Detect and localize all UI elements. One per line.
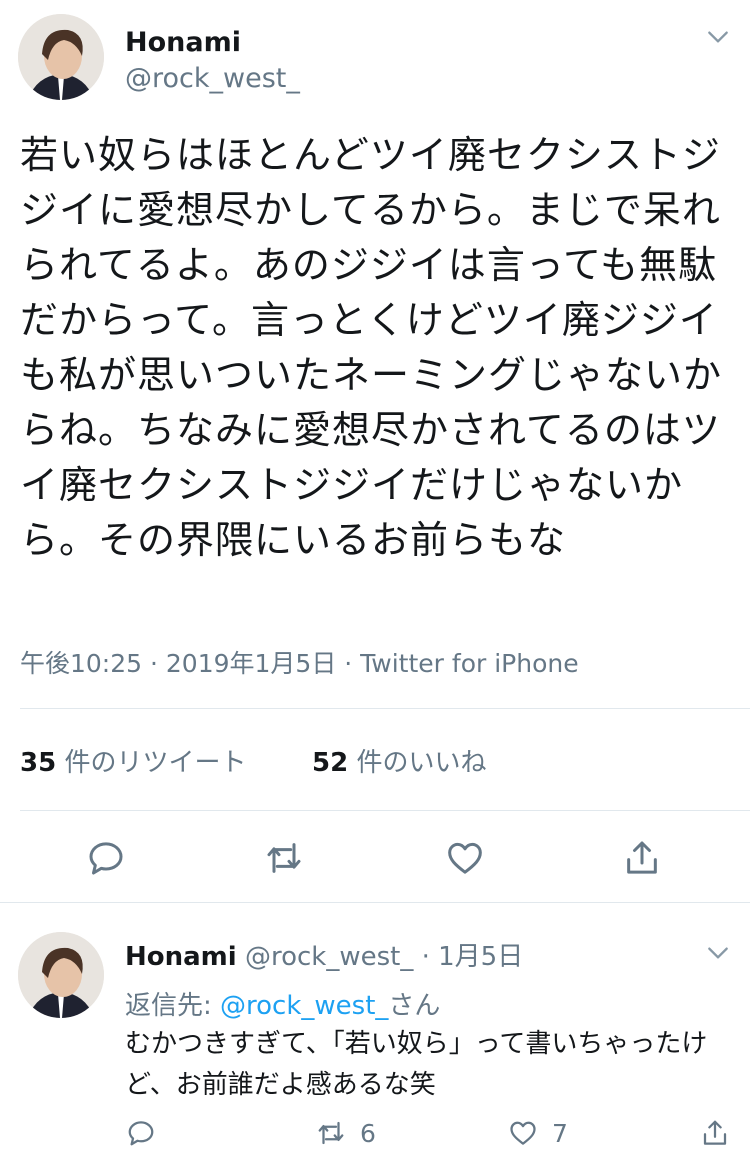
avatar[interactable] — [18, 932, 104, 1018]
avatar[interactable] — [18, 14, 104, 100]
divider — [0, 902, 750, 903]
retweet-icon[interactable] — [316, 1118, 346, 1148]
reply-text: むかつきすぎて、「若い奴ら」って書いちゃったけど、お前誰だよ感あるな笑 — [125, 1029, 708, 1100]
replying-prefix: 返信先: — [125, 991, 221, 1021]
retweet-label: 件のリツイート — [64, 748, 247, 778]
mention-link[interactable]: @rock_west_ — [220, 991, 388, 1021]
replying-to: 返信先: @rock_west_さん — [125, 985, 440, 1022]
like-stat[interactable]: 52 件のいいね — [312, 742, 486, 779]
handle-date[interactable]: @rock_west_ · 1月5日 — [245, 942, 523, 972]
divider — [20, 810, 750, 811]
display-name[interactable]: Honami — [125, 942, 237, 972]
reply-icon[interactable] — [126, 1118, 156, 1148]
chevron-down-icon[interactable] — [705, 940, 731, 966]
reply-icon[interactable] — [86, 838, 126, 878]
reply-action[interactable] — [126, 1116, 156, 1150]
like-label: 件のいいね — [356, 748, 487, 778]
replying-suffix: さん — [388, 991, 441, 1021]
like-icon[interactable] — [445, 838, 485, 878]
divider — [20, 708, 750, 709]
reply-header: Honami @rock_west_ · 1月5日 — [125, 936, 523, 973]
like-count: 52 — [312, 748, 349, 778]
retweet-action[interactable]: 6 — [316, 1116, 376, 1150]
like-icon[interactable] — [508, 1118, 538, 1148]
display-name[interactable]: Honami — [125, 27, 241, 58]
retweet-stat[interactable]: 35 件のリツイート — [20, 742, 246, 779]
tweet-timestamp[interactable]: 午後10:25 · 2019年1月5日 · Twitter for iPhone — [20, 644, 579, 680]
like-count: 7 — [552, 1118, 568, 1148]
tweet-text: 若い奴らはほとんどツイ廃セクシストジジイに愛想尽かしてるから。まじで呆れられてる… — [20, 133, 723, 562]
share-icon[interactable] — [622, 838, 662, 878]
share-action[interactable] — [700, 1116, 730, 1150]
chevron-down-icon[interactable] — [705, 24, 731, 50]
retweet-count: 6 — [360, 1118, 376, 1148]
retweet-count: 35 — [20, 748, 57, 778]
share-icon[interactable] — [700, 1118, 730, 1148]
handle[interactable]: @rock_west_ — [125, 63, 300, 94]
retweet-icon[interactable] — [264, 838, 304, 878]
like-action[interactable]: 7 — [508, 1116, 568, 1150]
